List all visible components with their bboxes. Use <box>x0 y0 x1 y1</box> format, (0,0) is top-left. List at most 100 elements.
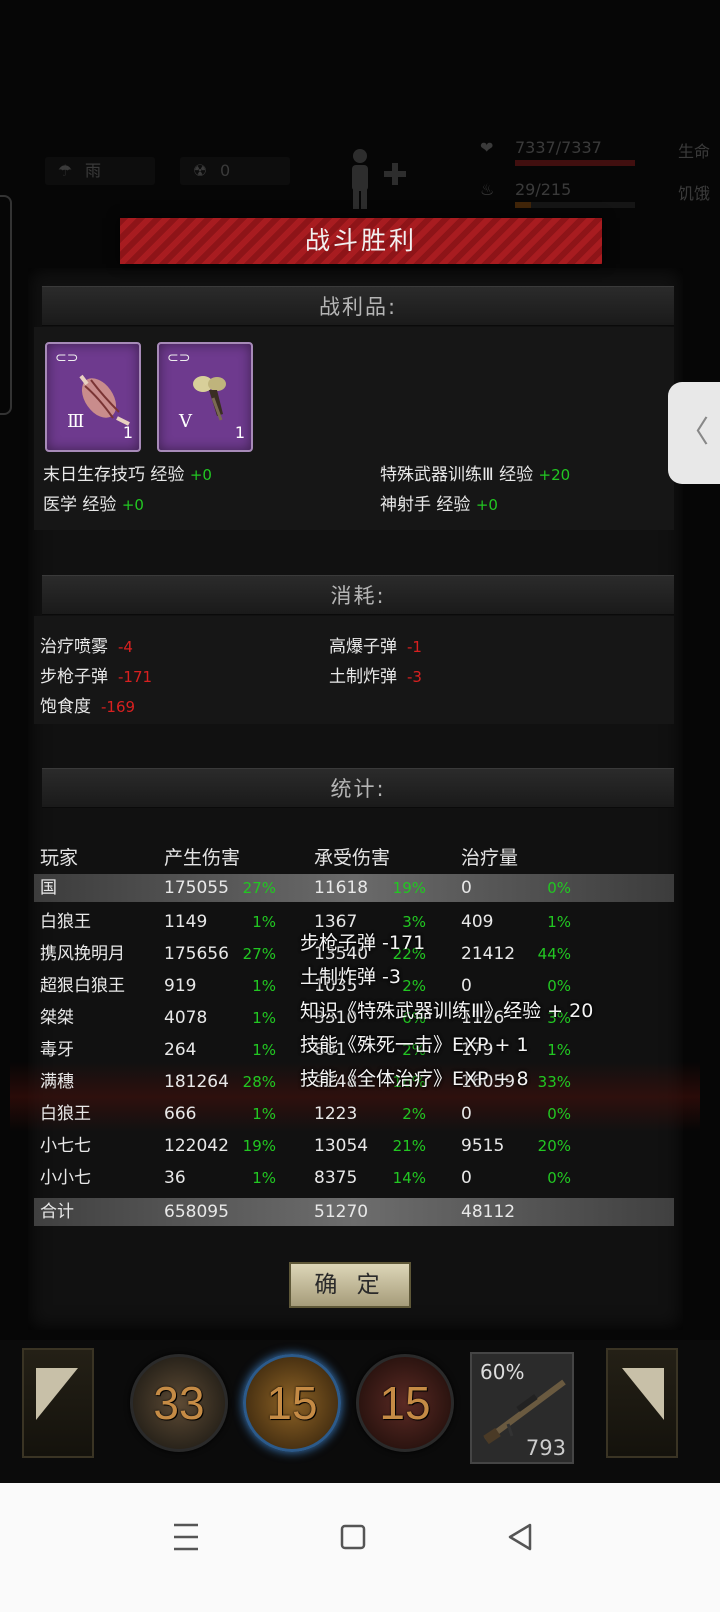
hunger-bar-fill <box>515 202 531 208</box>
prev-page-button[interactable] <box>22 1348 94 1458</box>
radiation-value: 0 <box>220 161 231 180</box>
bullet-skill-button[interactable]: 15 <box>243 1354 341 1452</box>
loot-item-fang[interactable]: ⊂⊃ Ⅴ 1 <box>157 342 253 452</box>
damage-dealt: 122042 <box>164 1136 229 1156</box>
damage-dealt: 181264 <box>164 1072 229 1092</box>
back-icon[interactable] <box>490 1507 550 1567</box>
item-count: 1 <box>122 423 133 442</box>
weather-indicator: ☂ 雨 <box>45 157 155 185</box>
weapon-durability: 60% <box>480 1360 525 1384</box>
exp-label: 末日生存技巧 经验 <box>43 465 185 485</box>
damage-dealt-pct: 28% <box>242 1073 276 1091</box>
exp-label: 神射手 经验 <box>380 495 471 515</box>
col-damage-taken: 承受伤害 <box>314 847 391 869</box>
exp-survival: 末日生存技巧 经验 +0 <box>43 460 212 485</box>
healing: 0 <box>461 878 472 898</box>
hunger-stat: ♨ 29/215 饥饿 <box>480 180 710 208</box>
exp-delta: +0 <box>121 496 144 514</box>
chevron-left-icon: 〈 <box>679 415 709 450</box>
player-name: 白狼王 <box>40 1104 91 1124</box>
healing-pct: 0% <box>547 1105 571 1123</box>
col-healing: 治疗量 <box>461 847 519 869</box>
damage-dealt: 175055 <box>164 878 229 898</box>
arrow-left-icon <box>36 1368 78 1420</box>
exp-marksman: 神射手 经验 +0 <box>380 490 498 515</box>
log-line: 知识《特殊武器训练Ⅲ》经验 + 20 <box>300 1000 594 1022</box>
damage-dealt-pct: 19% <box>242 1137 276 1155</box>
total-damage-dealt: 658095 <box>164 1202 229 1222</box>
consume-heal-spray: 治疗喷雾 -4 <box>40 632 133 657</box>
stats-header-row: 玩家 产生伤害 承受伤害 治疗量 <box>34 842 674 874</box>
damage-taken-pct: 2% <box>402 1105 426 1123</box>
total-damage-taken: 51270 <box>314 1202 369 1222</box>
stats-row: 国 175055 27% 11618 19% 0 0% <box>34 874 674 902</box>
confirm-button[interactable]: 确 定 <box>289 1262 411 1308</box>
damage-taken: 11618 <box>314 878 369 898</box>
action-bar: 33 15 15 60% 793 <box>0 1340 720 1485</box>
consume-he-ammo: 高爆子弹 -1 <box>329 632 422 657</box>
consume-rifle-ammo: 步枪子弹 -171 <box>40 662 152 687</box>
healing: 9515 <box>461 1136 505 1156</box>
life-label: 生命 <box>677 142 710 161</box>
healing: 0 <box>461 1104 472 1124</box>
weather-label: 雨 <box>85 161 102 180</box>
consume-delta: -3 <box>407 668 422 686</box>
damage-dealt-pct: 1% <box>252 1041 276 1059</box>
damage-dealt: 4078 <box>164 1008 208 1028</box>
log-line: 技能《全体治疗》EXP + 8 <box>300 1068 529 1090</box>
consumption-header: 消耗: <box>42 575 674 615</box>
log-line: 技能《殊死一击》EXP + 1 <box>300 1034 529 1056</box>
player-name: 白狼王 <box>40 912 91 932</box>
body-status-icon[interactable] <box>340 147 410 209</box>
exp-label: 特殊武器训练Ⅲ 经验 <box>380 465 534 485</box>
item-tier: Ⅲ <box>67 411 85 432</box>
life-bar <box>515 160 635 166</box>
player-name: 毒牙 <box>40 1040 74 1060</box>
game-screen: ☂雨 ☢0 ❤ 7337/7337 生命 ♨ 29/215 饥饿 战斗胜利 <box>0 0 720 1528</box>
skill-cooldown: 15 <box>266 1377 318 1429</box>
edge-panel-handle[interactable]: 〈 <box>668 382 720 484</box>
home-icon[interactable] <box>323 1507 383 1567</box>
consume-homemade-bomb: 土制炸弹 -3 <box>329 662 422 687</box>
side-drawer-tab[interactable] <box>0 195 12 415</box>
exp-special-weapon: 特殊武器训练Ⅲ 经验 +20 <box>380 460 570 485</box>
player-name: 小七七 <box>40 1136 91 1156</box>
heal-skill-button[interactable]: 33 <box>130 1354 228 1452</box>
damage-dealt-pct: 27% <box>242 879 276 897</box>
exp-medicine: 医学 经验 +0 <box>43 490 144 515</box>
stats-row: 小七七 122042 19% 13054 21% 9515 20% <box>34 1130 674 1162</box>
player-name: 小小七 <box>40 1168 91 1188</box>
consume-delta: -4 <box>118 638 133 656</box>
rain-icon: ☂ <box>57 161 73 180</box>
skill-cooldown: 33 <box>153 1377 205 1429</box>
hunger-value: 29/215 <box>515 180 572 199</box>
victory-banner: 战斗胜利 <box>120 218 602 264</box>
log-line: 步枪子弹 -171 <box>300 932 426 954</box>
hunger-bar <box>515 202 635 208</box>
strike-skill-button[interactable]: 15 <box>356 1354 454 1452</box>
total-label: 合计 <box>40 1202 74 1222</box>
weapon-slot[interactable]: 60% 793 <box>470 1352 574 1464</box>
damage-dealt: 175656 <box>164 944 229 964</box>
stats-row: 白狼王 666 1% 1223 2% 0 0% <box>34 1098 674 1130</box>
consume-satiety: 饱食度 -169 <box>40 692 135 717</box>
exp-delta: +20 <box>538 466 571 484</box>
damage-dealt: 264 <box>164 1040 197 1060</box>
consume-label: 土制炸弹 <box>329 667 397 687</box>
player-name: 满穗 <box>40 1072 74 1092</box>
consume-delta: -169 <box>101 698 136 716</box>
exp-label: 医学 经验 <box>43 495 117 515</box>
loot-item-muscle[interactable]: ⊂⊃ Ⅲ 1 <box>45 342 141 452</box>
arrow-right-icon <box>622 1368 664 1420</box>
stats-header: 统计: <box>42 768 674 808</box>
item-count: 1 <box>234 423 245 442</box>
menu-icon[interactable] <box>156 1507 216 1567</box>
system-nav-bar <box>0 1483 720 1612</box>
next-page-button[interactable] <box>606 1348 678 1458</box>
healing: 0 <box>461 1168 472 1188</box>
consume-label: 高爆子弹 <box>329 637 397 657</box>
damage-dealt: 666 <box>164 1104 197 1124</box>
life-value: 7337/7337 <box>515 138 602 157</box>
consume-label: 步枪子弹 <box>40 667 108 687</box>
damage-dealt-pct: 27% <box>242 945 276 963</box>
